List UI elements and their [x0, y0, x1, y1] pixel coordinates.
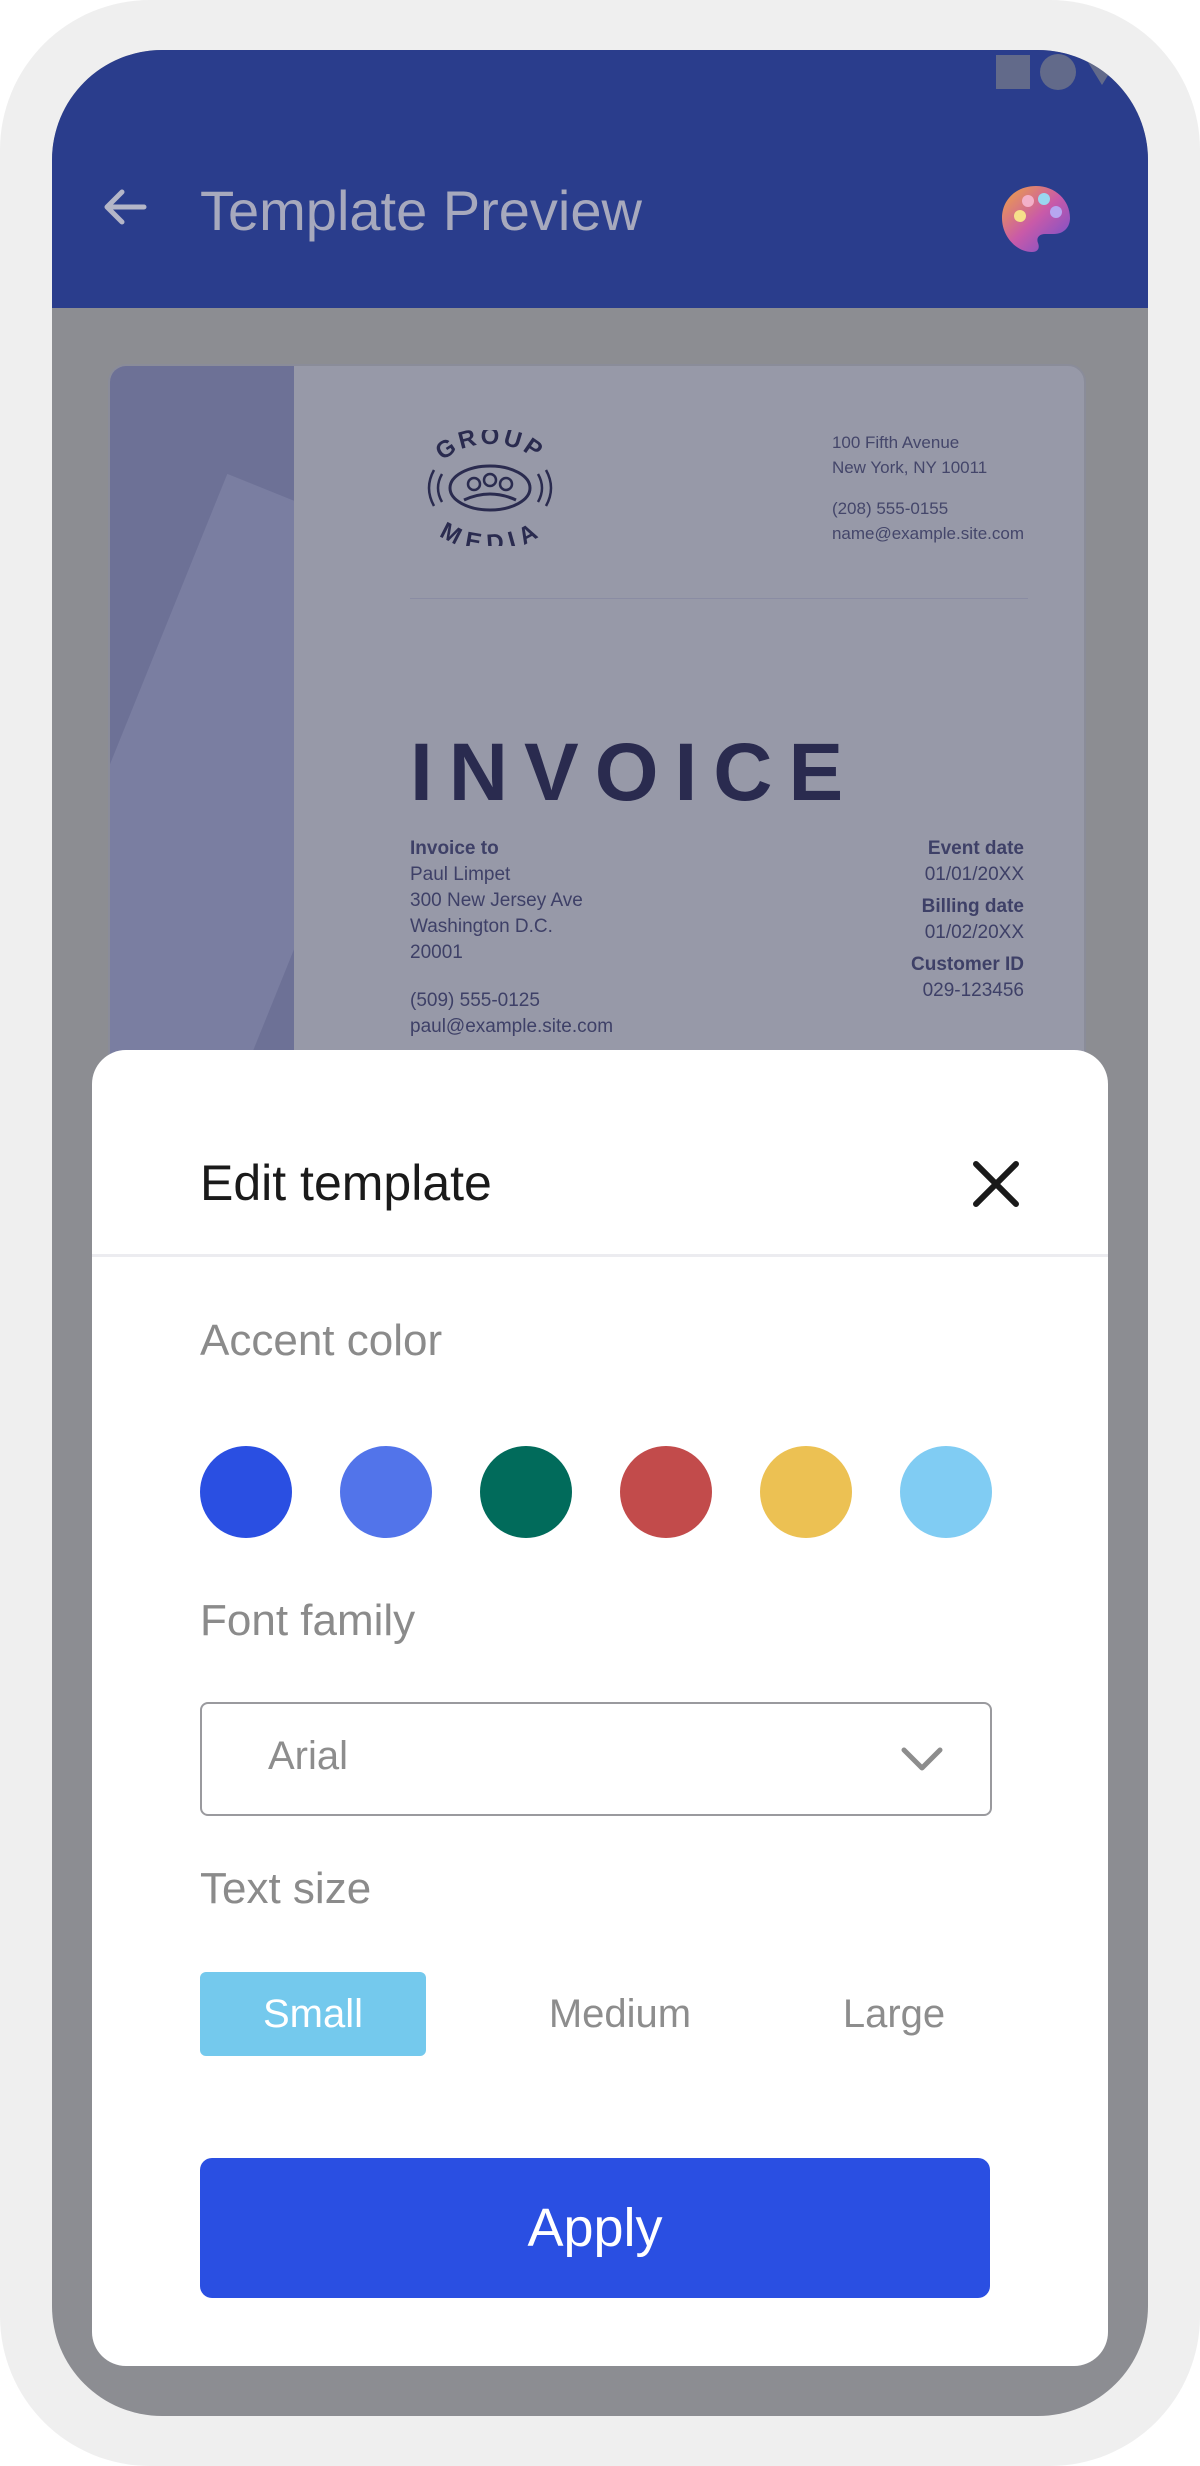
palette-icon[interactable] [998, 182, 1074, 258]
accent-swatch-1[interactable] [200, 1446, 292, 1538]
svg-text:MEDIA: MEDIA [436, 517, 545, 546]
close-icon[interactable] [968, 1156, 1024, 1212]
invoice-preview: GROUP MEDIA 100 Fifth Avenue New York, N… [108, 364, 1086, 1168]
status-square-icon [996, 55, 1030, 89]
page-title: Template Preview [200, 179, 642, 242]
device-frame: Template Preview GROUP MEDIA 100 Fifth A… [0, 0, 1200, 2466]
status-circle-icon [1040, 54, 1076, 90]
text-size-option-large[interactable]: Large [800, 1972, 988, 2056]
accent-color-swatches [200, 1446, 992, 1538]
text-size-option-small[interactable]: Small [200, 1972, 426, 2056]
phone-screen: Template Preview GROUP MEDIA 100 Fifth A… [52, 50, 1148, 2416]
decorative-stripe [110, 366, 294, 1166]
edit-template-sheet: Edit template Accent color Font family A… [92, 1050, 1108, 2366]
status-triangle-icon [1086, 59, 1118, 85]
app-bar: Template Preview [52, 50, 1148, 308]
accent-swatch-2[interactable] [340, 1446, 432, 1538]
text-size-option-medium[interactable]: Medium [500, 1972, 740, 2056]
accent-swatch-4[interactable] [620, 1446, 712, 1538]
accent-color-label: Accent color [200, 1316, 443, 1365]
font-family-value: Arial [268, 1734, 349, 1778]
font-family-select[interactable]: Arial [200, 1702, 992, 1816]
accent-swatch-3[interactable] [480, 1446, 572, 1538]
sheet-title: Edit template [200, 1155, 492, 1211]
invoice-meta: Event date 01/01/20XX Billing date 01/02… [911, 838, 1024, 1001]
text-size-selector: Small Medium Large [200, 1972, 988, 2056]
company-address: 100 Fifth Avenue New York, NY 10011 (208… [831, 433, 1024, 543]
status-bar [996, 54, 1118, 90]
apply-button[interactable]: Apply [200, 2158, 990, 2298]
header-divider [410, 598, 1028, 599]
arrow-left-icon[interactable] [100, 182, 150, 232]
logo-text-top: GROUP [431, 430, 547, 466]
bill-to-block: Invoice to Paul Limpet 300 New Jersey Av… [410, 838, 614, 1037]
sheet-divider [92, 1254, 1108, 1257]
group-media-logo: GROUP MEDIA [427, 430, 553, 546]
text-size-label: Text size [200, 1864, 372, 1913]
chevron-down-icon [901, 1747, 943, 1771]
svg-text:GROUP: GROUP [431, 430, 550, 466]
accent-swatch-5[interactable] [760, 1446, 852, 1538]
logo-text-bottom: MEDIA [436, 517, 542, 546]
accent-swatch-6[interactable] [900, 1446, 992, 1538]
font-family-label: Font family [200, 1596, 416, 1645]
invoice-title: INVOICE [410, 727, 860, 818]
